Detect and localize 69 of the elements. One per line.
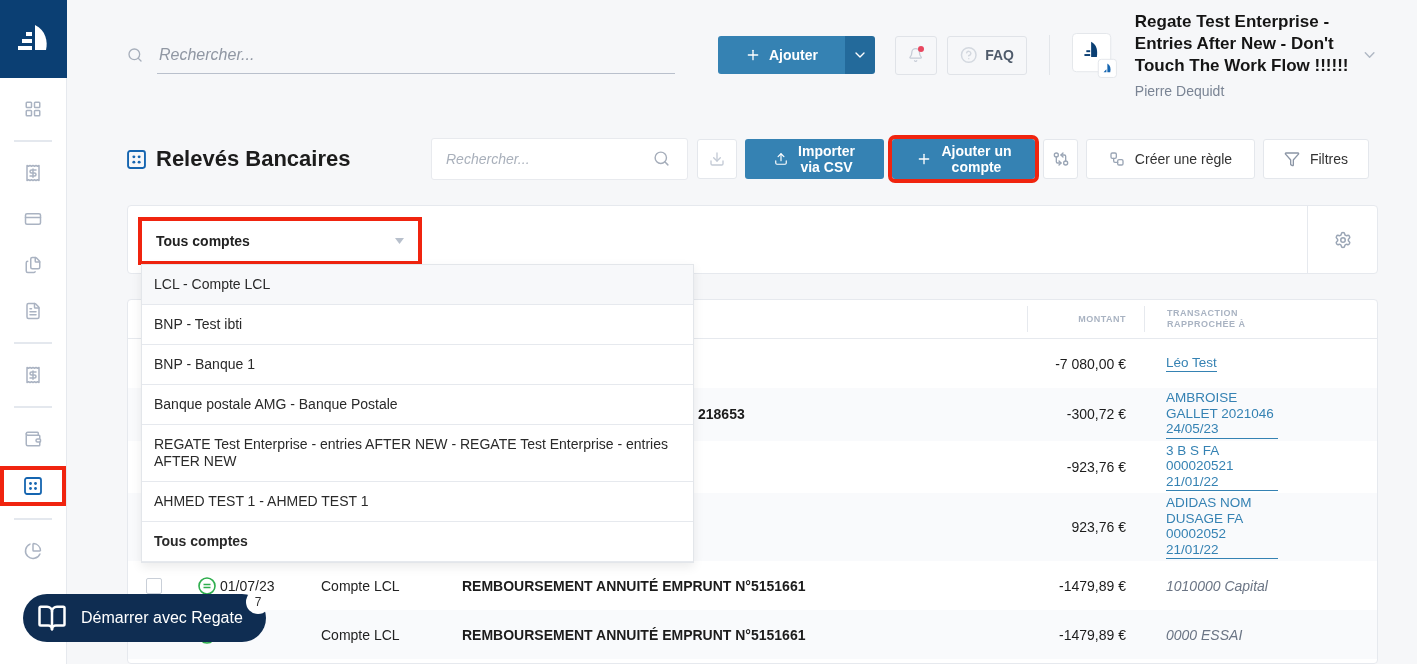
search-icon	[127, 47, 143, 63]
wallet-icon	[24, 430, 42, 448]
column-header: MONTANT	[1027, 306, 1144, 332]
receipt-icon	[24, 366, 42, 384]
matched-transaction-link[interactable]: ADIDAS NOM DUSAGE FA 00002052 21/01/22	[1166, 495, 1278, 559]
faq-button[interactable]: FAQ	[946, 35, 1027, 75]
add-button[interactable]: Ajouter	[717, 36, 846, 74]
reconciled-icon	[198, 576, 216, 595]
help-icon	[959, 45, 978, 65]
statement-search-field[interactable]: Rechercher...	[431, 138, 688, 180]
plus-icon	[745, 47, 761, 63]
settings-icon[interactable]	[1333, 230, 1352, 249]
column-header: TRANSACTION RAPPROCHÉE À	[1144, 306, 1377, 332]
amount-cell: -7 080,00 €	[1055, 355, 1126, 372]
card-icon	[24, 210, 42, 228]
bell-icon	[908, 47, 924, 63]
amount-cell: -300,72 €	[1066, 406, 1126, 423]
dashboard-icon	[24, 100, 42, 118]
rule-button[interactable]: Créer une règle	[1086, 139, 1255, 179]
add-menu-button[interactable]	[845, 36, 876, 74]
sidebar-item[interactable]	[0, 466, 66, 506]
account-option[interactable]: AHMED TEST 1 - AHMED TEST 1	[142, 482, 693, 522]
documents-icon	[24, 256, 42, 274]
company-name: Regate Test Enterprise - Entries After New - Don't Touch The Work Flow !!!!!!	[1134, 11, 1350, 77]
amount-cell: 923,76 €	[1071, 519, 1126, 535]
account-cell: Compte LCL	[321, 626, 400, 643]
statements-icon	[24, 477, 42, 495]
account-option[interactable]: BNP - Test ibti	[142, 305, 693, 345]
download-icon	[709, 151, 725, 167]
account-option[interactable]: BNP - Banque 1	[142, 345, 693, 385]
account-option[interactable]: Banque postale AMG - Banque Postale	[142, 385, 693, 425]
notifications-button[interactable]	[895, 35, 937, 75]
account-option[interactable]: LCL - Compte LCL	[142, 265, 693, 305]
search-field[interactable]: Rechercher...	[157, 36, 675, 74]
swap-icon	[1052, 151, 1069, 167]
matched-account: 1010000 Capital	[1166, 577, 1268, 594]
matched-transaction-link[interactable]: 3 B S FA 000020521 21/01/22	[1166, 442, 1278, 491]
import-button[interactable]: Importer via CSV	[745, 139, 884, 179]
account-option[interactable]: REGATE Test Enterprise - entries AFTER NEW - REGATE Test Enterprise - entries AFTER NEW	[142, 425, 693, 482]
amount-cell: -1479,89 €	[1059, 626, 1126, 643]
user-name: Pierre Dequidt	[1134, 83, 1226, 99]
description-cell: REMBOURSEMENT ANNUITÉ EMPRUNT N°5151661	[462, 577, 806, 594]
swap-button[interactable]	[1043, 139, 1078, 179]
description-cell: REMBOURSEMENT ANNUITÉ EMPRUNT N°5151661	[462, 626, 806, 643]
company-avatar-icon[interactable]	[1071, 31, 1117, 79]
pie-chart-icon	[24, 542, 42, 560]
matched-account: 0000 ESSAI	[1166, 626, 1243, 643]
upload-icon	[774, 152, 789, 166]
receipt-icon	[24, 164, 42, 182]
unread-dot	[917, 45, 924, 52]
filter-icon	[1283, 151, 1300, 167]
dropdown-caret-icon	[395, 238, 404, 244]
amount-cell: -923,76 €	[1066, 458, 1126, 475]
matched-transaction-link[interactable]: Léo Test	[1166, 354, 1217, 373]
account-cell: Compte LCL	[321, 577, 400, 594]
app-logo[interactable]	[0, 0, 67, 78]
row-checkbox[interactable]	[146, 577, 162, 594]
filter-button[interactable]: Filtres	[1263, 139, 1369, 179]
description-cell: 218653	[698, 406, 745, 423]
account-option[interactable]: Tous comptes	[142, 522, 693, 562]
download-button[interactable]	[697, 139, 737, 179]
amount-cell: -1479,89 €	[1059, 577, 1126, 594]
rule-icon	[1108, 151, 1125, 167]
account-select[interactable]: Tous comptes	[138, 217, 422, 265]
statements-icon	[127, 149, 146, 169]
book-icon	[37, 603, 67, 633]
search-icon	[653, 150, 670, 167]
page-title: Relevés Bancaires	[156, 146, 352, 172]
matched-transaction-link[interactable]: AMBROISE GALLET 2021046 24/05/23	[1166, 390, 1278, 439]
